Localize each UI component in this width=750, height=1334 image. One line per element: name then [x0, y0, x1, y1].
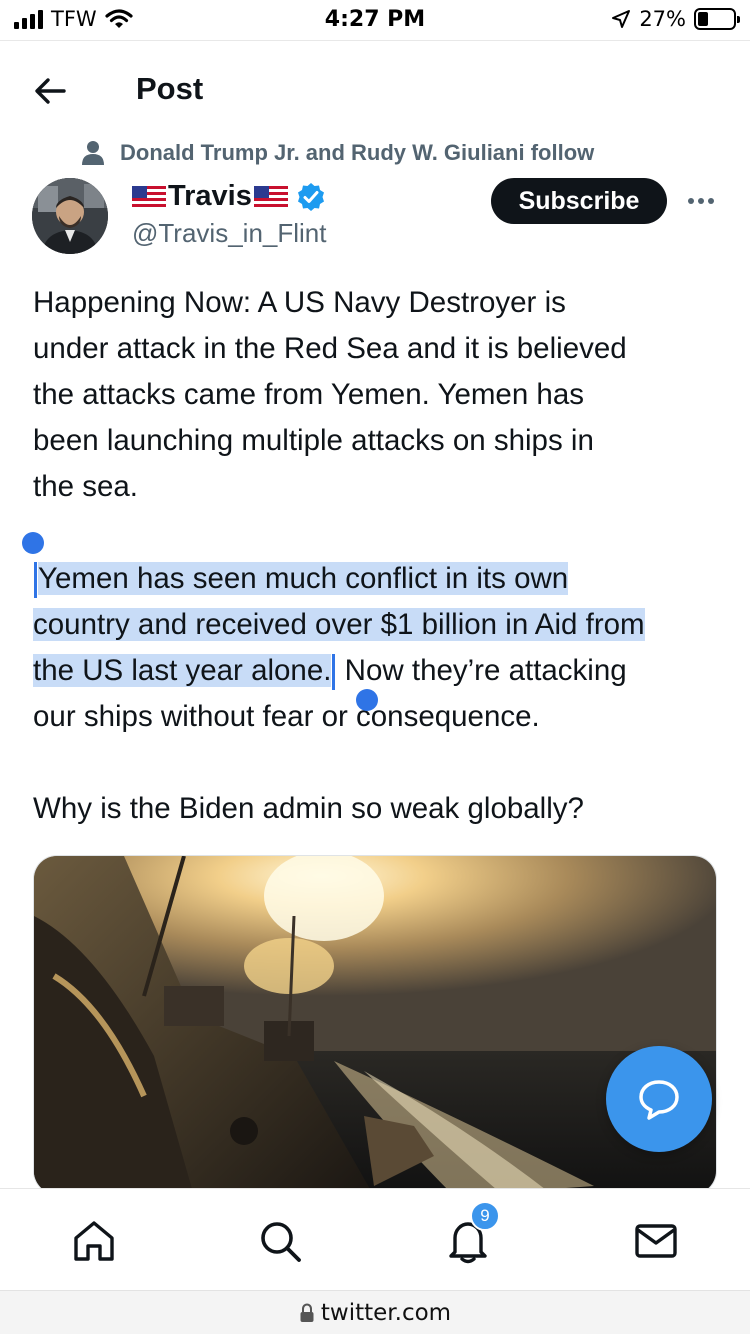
status-bar: TFW 4:27 PM 27% [0, 0, 750, 40]
nav-home[interactable] [64, 1213, 124, 1269]
selection-end-caret[interactable] [332, 654, 336, 691]
selection-end-handle[interactable] [356, 689, 378, 711]
compose-reply-icon [639, 1080, 679, 1120]
search-icon [261, 1222, 301, 1262]
url-text: twitter.com [320, 1299, 452, 1326]
top-header: Post [0, 40, 750, 140]
battery-icon [694, 8, 740, 30]
verified-badge-icon [297, 182, 324, 211]
notification-badge: 9 [470, 1201, 500, 1231]
browser-url-bar[interactable]: twitter.com [0, 1290, 750, 1334]
back-button[interactable] [30, 73, 70, 109]
tweet-media-image[interactable] [33, 855, 717, 1195]
author-name[interactable]: Travis [132, 180, 326, 213]
us-flag-icon [132, 185, 166, 208]
nav-search[interactable] [250, 1213, 310, 1269]
selection-start-caret[interactable] [34, 562, 37, 599]
media-photo [34, 856, 716, 1194]
back-arrow-icon [35, 78, 66, 104]
mail-icon [635, 1224, 677, 1258]
person-icon [82, 141, 104, 165]
nav-notifications[interactable]: 9 [438, 1201, 500, 1269]
subscribe-button[interactable]: Subscribe [491, 178, 667, 224]
author-name-text: Travis [168, 180, 252, 212]
more-dots-icon[interactable] [684, 186, 718, 216]
tweet-text[interactable]: Happening Now: A US Navy Destroyer is un… [33, 280, 723, 832]
social-context: Donald Trump Jr. and Rudy W. Giuliani fo… [80, 140, 594, 166]
us-flag-icon [253, 185, 288, 208]
bottom-nav: 9 [0, 1188, 750, 1290]
avatar[interactable] [32, 178, 108, 254]
compose-reply-button[interactable] [606, 1046, 712, 1152]
avatar-image [32, 178, 108, 254]
lock-icon [300, 1302, 314, 1322]
author-handle[interactable]: @Travis_in_Flint [132, 218, 326, 249]
status-right: 27% [611, 7, 740, 31]
social-context-text: Donald Trump Jr. and Rudy W. Giuliani fo… [120, 140, 595, 165]
selection-start-handle[interactable] [22, 532, 44, 554]
tweet-paragraph-1: Happening Now: A US Navy Destroyer is un… [33, 286, 627, 503]
page-title: Post [136, 71, 204, 106]
nav-messages[interactable] [626, 1213, 686, 1269]
location-arrow-icon [612, 10, 631, 28]
home-icon [74, 1221, 114, 1261]
battery-percent: 27% [639, 7, 686, 31]
tweet-paragraph-2: Yemen has seen much conflict in its own … [33, 556, 723, 740]
tweet-paragraph-3: Why is the Biden admin so weak globally? [33, 792, 584, 825]
